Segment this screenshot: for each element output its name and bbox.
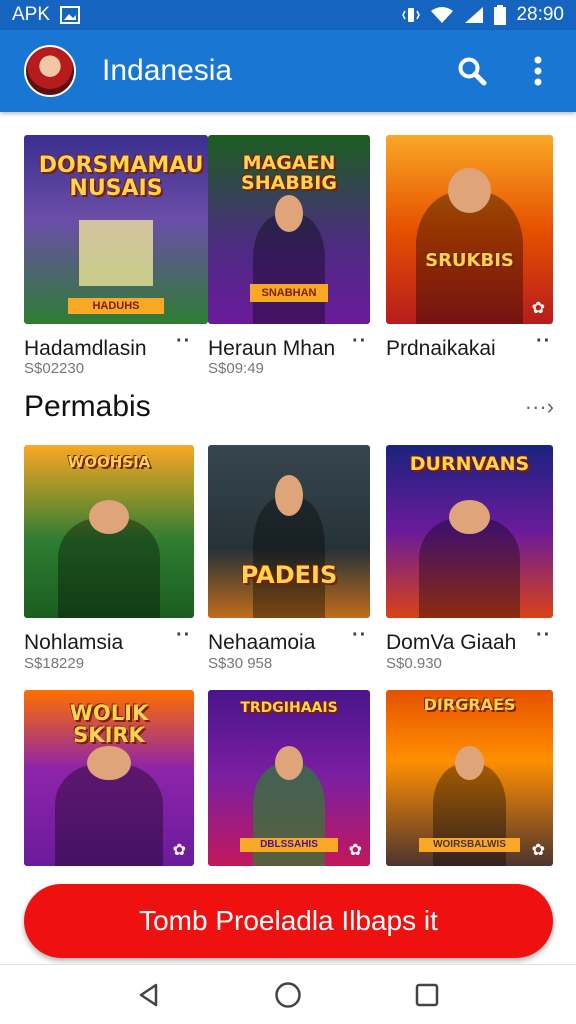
more-vert-icon [534,56,542,86]
app-actions [454,53,556,89]
back-button[interactable] [129,975,169,1015]
overflow-menu-button[interactable] [520,53,556,89]
recents-icon [415,983,438,1006]
app-bar: Indanesia [0,30,576,112]
status-right: 28:90 [402,4,564,26]
game-card-price: S$02230 [24,360,85,377]
system-nav-bar [0,964,576,1024]
status-bar: APK 28:90 [0,0,576,30]
game-card-title[interactable]: Nohlamsia [24,631,123,655]
game-card-hero [253,475,325,618]
section-more-icon[interactable]: ···› [525,394,554,420]
game-card-thumbnail[interactable]: TRDGIHAAIS DBLSSAHIS ✿ [208,690,370,866]
game-card-title[interactable]: Prdnaikakai [386,337,496,361]
section-title: Permabis [24,390,151,423]
game-card-hero [58,499,160,618]
game-card-tag: DBLSSAHIS [240,838,338,852]
card-menu-icon[interactable]: ·· [352,330,367,353]
vibrate-icon [402,8,421,22]
badge-icon: ✿ [348,842,362,859]
game-card-price: S$0.930 [386,655,442,672]
status-time: 28:90 [516,4,564,25]
image-icon [60,6,81,24]
game-card-thumbnail[interactable]: SRUKBIS ✿ [386,135,553,324]
game-card-hero [253,194,325,324]
light-doorway [79,220,153,287]
battery-icon [494,5,507,25]
recents-button[interactable] [407,975,447,1015]
game-card-banner: WOOHSIA [67,453,151,472]
game-card-hero [54,745,164,866]
game-card-banner: MAGAEN SHABBIG [241,151,337,194]
game-card-banner: WOLIK SKIRK [69,701,149,748]
game-card-banner: DIRGRAES [423,695,516,715]
signal-icon [465,7,484,23]
card-menu-icon[interactable]: ·· [352,624,367,647]
home-icon [275,981,301,1008]
card-menu-icon[interactable]: ·· [176,624,191,647]
status-app-label: APK [12,4,51,25]
app-title: Indanesia [102,54,233,87]
search-icon [458,57,487,86]
game-card-hero [419,499,520,618]
avatar[interactable] [24,45,76,97]
game-card-tag: SNABHAN [250,284,328,302]
game-card-thumbnail[interactable]: DIRGRAES WOIRSBALWIS ✿ [386,690,553,866]
game-card-thumbnail[interactable]: PADEIS [208,445,370,618]
home-button[interactable] [268,975,308,1015]
badge-icon: ✿ [531,842,545,859]
game-card-thumbnail[interactable]: DURNVANS [386,445,553,618]
search-button[interactable] [454,53,490,89]
game-card-banner: SRUKBIS [425,250,514,272]
game-card-title[interactable]: Hadamdlasin [24,337,147,361]
card-menu-icon[interactable]: ·· [536,330,551,353]
game-card-thumbnail[interactable]: WOLIK SKIRK ✿ [24,690,194,866]
game-card-price: S$09:49 [208,360,264,377]
game-card-thumbnail[interactable]: MAGAEN SHABBIG SNABHAN [208,135,370,324]
game-card-price: S$30 958 [208,655,273,672]
content-feed: DORSMAMAU NUSAIS HADUHS MAGAEN SHABBIG S… [0,112,576,964]
card-menu-icon[interactable]: ·· [536,624,551,647]
game-card-tag: WOIRSBALWIS [419,838,520,852]
badge-icon: ✿ [172,842,186,859]
game-card-tag: HADUHS [68,298,164,314]
game-card-thumbnail[interactable]: WOOHSIA [24,445,194,618]
game-card-banner: DORSMAMAU NUSAIS [38,152,204,201]
card-menu-icon[interactable]: ·· [176,330,191,353]
game-card-banner: TRDGIHAAIS [240,699,338,716]
game-card-title[interactable]: Nehaamoia [208,631,315,655]
game-card-title[interactable]: Heraun Mhan [208,337,335,361]
status-left: APK [12,4,81,26]
game-card-banner: PADEIS [240,560,338,589]
game-card-thumbnail[interactable]: DORSMAMAU NUSAIS HADUHS [24,135,208,324]
wifi-icon [431,7,454,23]
game-card-banner: DURNVANS [409,453,530,476]
badge-icon: ✿ [531,300,545,317]
game-card-price: S$18229 [24,655,85,672]
primary-cta-button[interactable]: Tomb Proeladla Ilbaps it [24,884,553,958]
back-icon [140,983,158,1006]
game-card-title[interactable]: DomVa Giaah [386,631,516,655]
